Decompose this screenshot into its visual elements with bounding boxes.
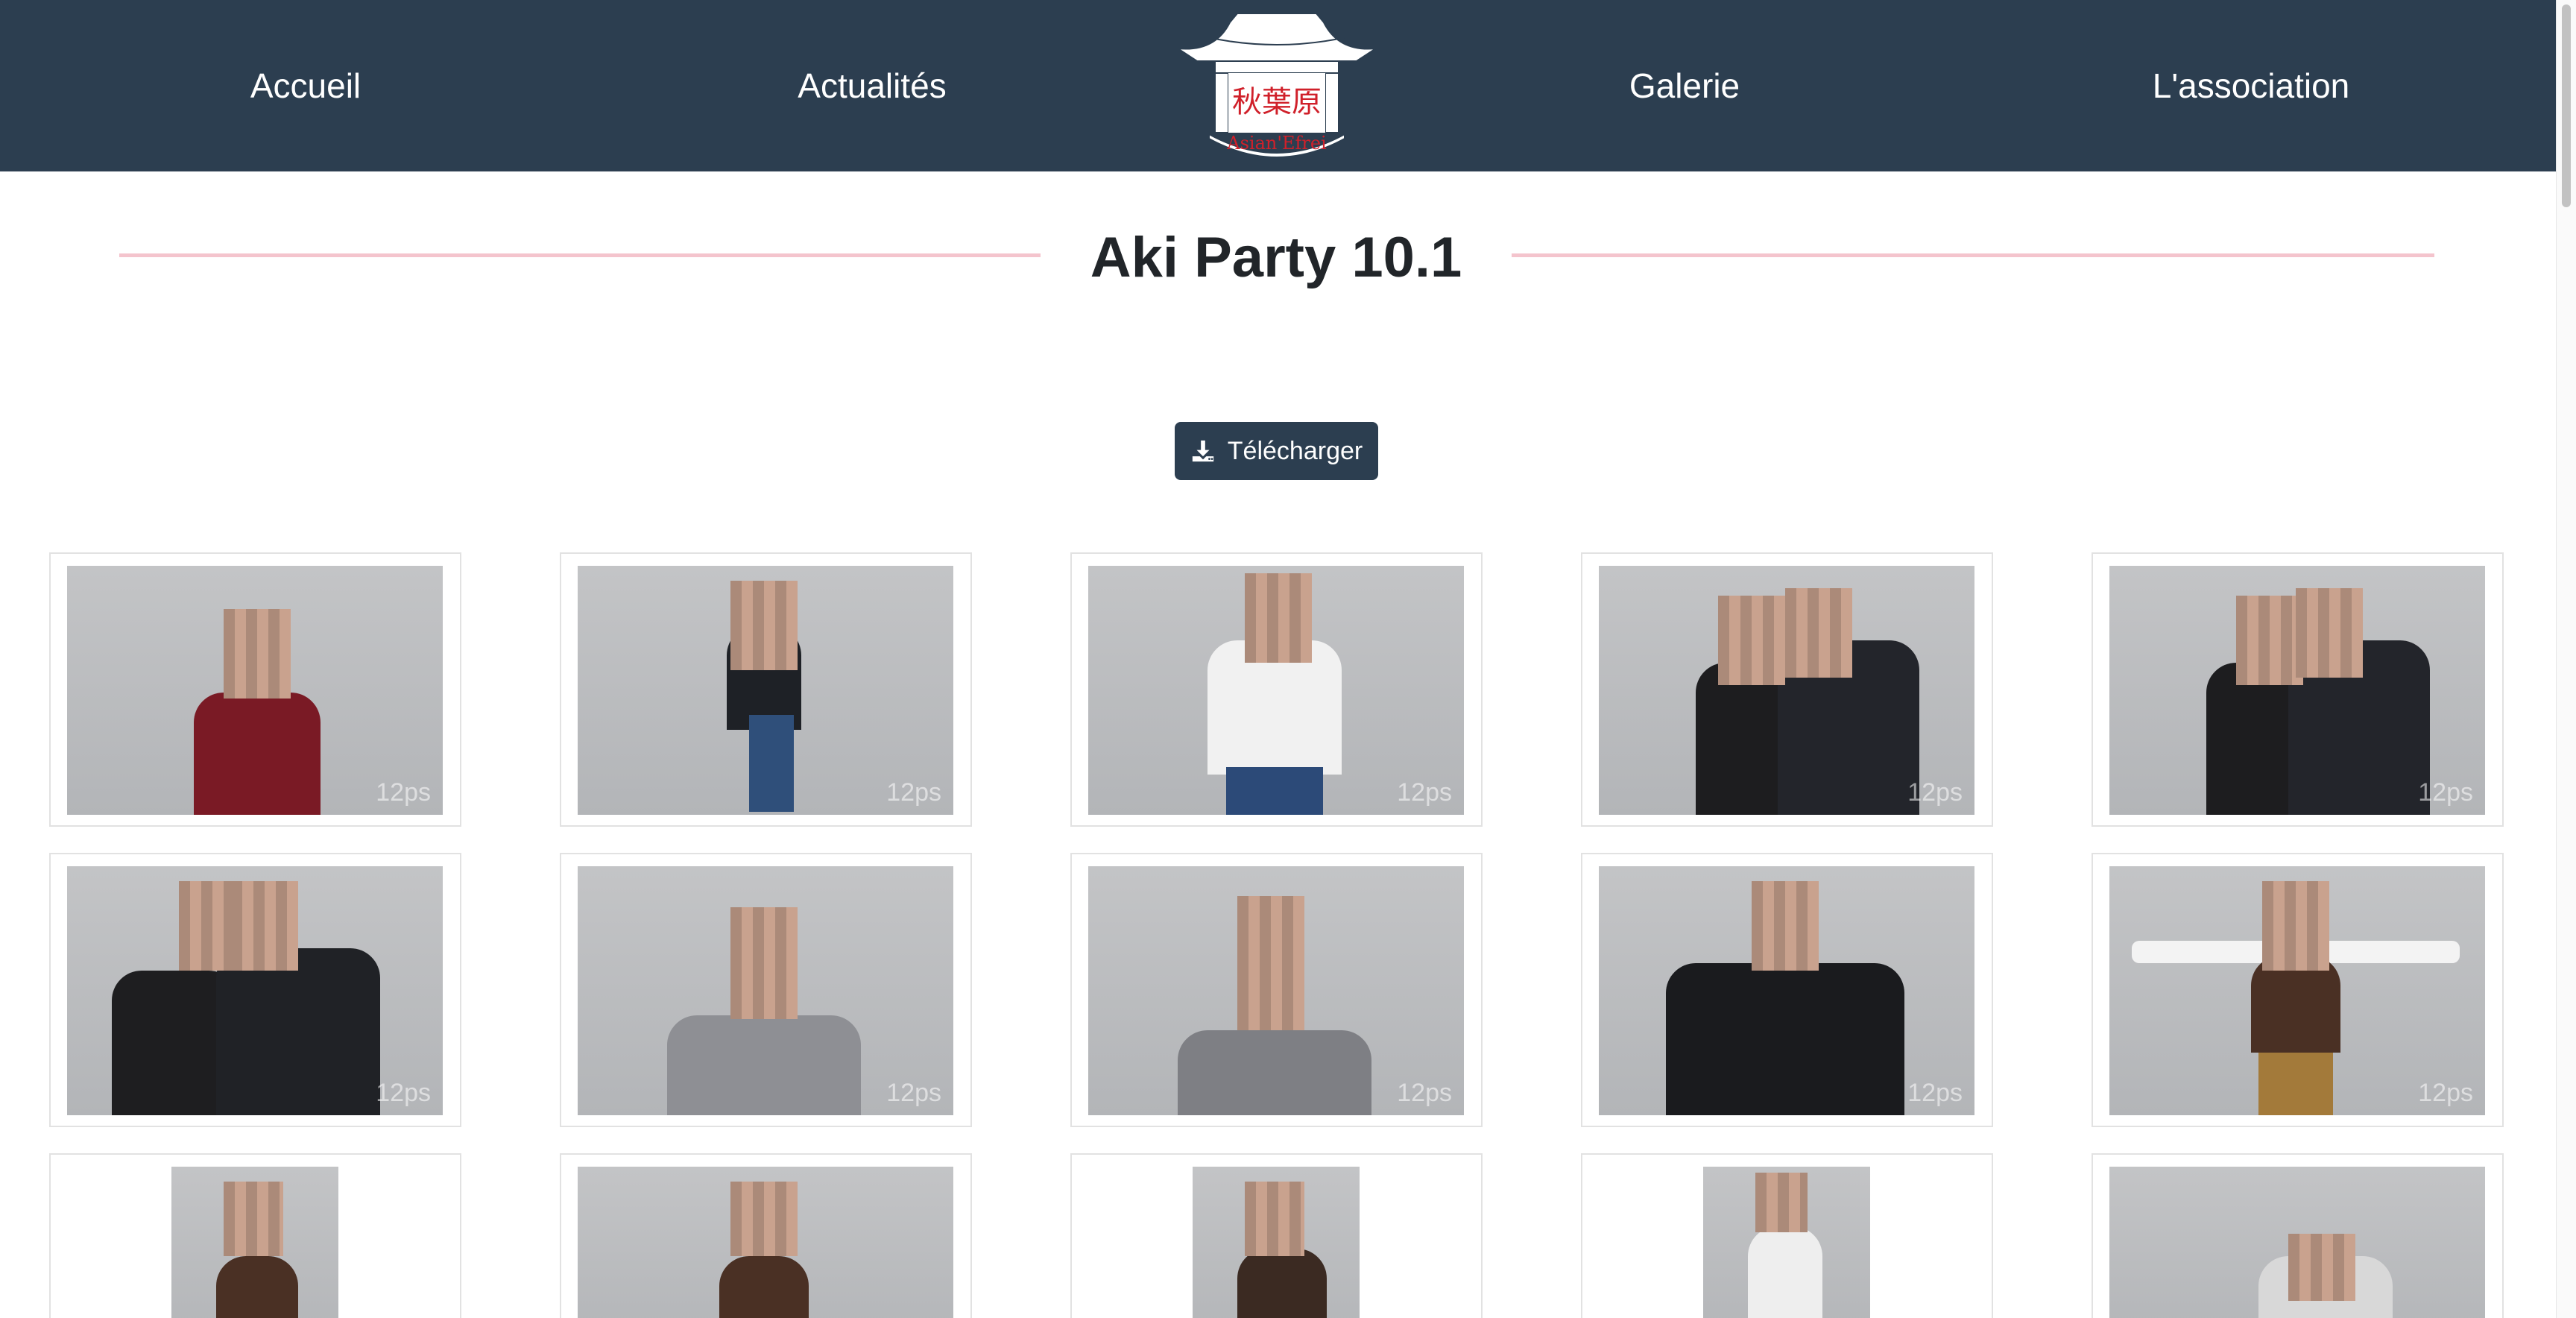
photo-watermark: 12ps bbox=[1907, 1079, 1963, 1107]
gallery-photo: 12ps bbox=[2109, 866, 2485, 1115]
gallery-thumbnail[interactable]: 12ps bbox=[2092, 552, 2504, 827]
page-scrollbar[interactable] bbox=[2556, 0, 2576, 1318]
asian-efrei-logo[interactable]: 秋葉原 Asian'Efrei bbox=[1170, 7, 1383, 160]
gallery-photo bbox=[578, 1167, 953, 1318]
nav-home-link[interactable]: Accueil bbox=[194, 0, 417, 171]
gallery-thumbnail[interactable] bbox=[1070, 1153, 1483, 1318]
gallery-thumbnail[interactable] bbox=[2092, 1153, 2504, 1318]
download-button[interactable]: Télécharger bbox=[1175, 422, 1378, 480]
gallery-photo bbox=[1703, 1167, 1870, 1318]
gallery-photo: 12ps bbox=[578, 866, 953, 1115]
gallery-thumbnail[interactable]: 12ps bbox=[49, 552, 461, 827]
photo-watermark: 12ps bbox=[886, 778, 941, 807]
logo-graphic: 秋葉原 Asian'Efrei bbox=[1177, 13, 1377, 158]
gallery-thumbnail[interactable]: 12ps bbox=[560, 552, 972, 827]
gallery-photo bbox=[1193, 1167, 1360, 1318]
download-label: Télécharger bbox=[1227, 436, 1363, 465]
gallery-photo bbox=[171, 1167, 338, 1318]
scrollbar-thumb[interactable] bbox=[2562, 4, 2571, 207]
title-divider-left bbox=[119, 253, 1041, 257]
gallery-thumbnail[interactable]: 12ps bbox=[2092, 853, 2504, 1127]
gallery-thumbnail[interactable]: 12ps bbox=[49, 853, 461, 1127]
photo-watermark: 12ps bbox=[1397, 1079, 1452, 1107]
gallery-photo bbox=[2109, 1167, 2485, 1318]
gallery-thumbnail[interactable] bbox=[49, 1153, 461, 1318]
logo-name: Asian'Efrei bbox=[1226, 133, 1327, 154]
gallery-thumbnail[interactable]: 12ps bbox=[1070, 853, 1483, 1127]
photo-watermark: 12ps bbox=[1907, 778, 1963, 807]
photo-watermark: 12ps bbox=[886, 1079, 941, 1107]
gallery-photo: 12ps bbox=[67, 866, 443, 1115]
site-header: Accueil Actualités 秋葉原 Asian'Efrei Galer… bbox=[0, 0, 2557, 171]
gallery-photo: 12ps bbox=[2109, 566, 2485, 815]
nav-news-link[interactable]: Actualités bbox=[753, 0, 991, 171]
gallery-thumbnail[interactable]: 12ps bbox=[1070, 552, 1483, 827]
album-title: Aki Party 10.1 bbox=[1090, 225, 1462, 289]
nav-association-link[interactable]: L'association bbox=[2109, 0, 2393, 171]
photo-watermark: 12ps bbox=[2418, 778, 2473, 807]
photo-watermark: 12ps bbox=[1397, 778, 1452, 807]
gallery-photo: 12ps bbox=[1088, 866, 1464, 1115]
download-icon bbox=[1192, 440, 1213, 462]
gallery-photo: 12ps bbox=[67, 566, 443, 815]
gallery-thumbnail[interactable]: 12ps bbox=[1581, 853, 1993, 1127]
page: Accueil Actualités 秋葉原 Asian'Efrei Galer… bbox=[0, 0, 2576, 1318]
logo-kanji: 秋葉原 bbox=[1232, 85, 1322, 119]
gallery-thumbnail[interactable]: 12ps bbox=[560, 853, 972, 1127]
nav-gallery-link[interactable]: Galerie bbox=[1573, 0, 1796, 171]
gallery-photo: 12ps bbox=[1599, 566, 1974, 815]
gallery-photo: 12ps bbox=[1088, 566, 1464, 815]
gallery-photo: 12ps bbox=[1599, 866, 1974, 1115]
title-divider-right bbox=[1512, 253, 2434, 257]
gallery-thumbnail[interactable] bbox=[1581, 1153, 1993, 1318]
gallery-thumbnail[interactable]: 12ps bbox=[1581, 552, 1993, 827]
photo-watermark: 12ps bbox=[376, 778, 431, 807]
photo-watermark: 12ps bbox=[2418, 1079, 2473, 1107]
gallery-photo: 12ps bbox=[578, 566, 953, 815]
gallery-thumbnail[interactable] bbox=[560, 1153, 972, 1318]
photo-watermark: 12ps bbox=[376, 1079, 431, 1107]
